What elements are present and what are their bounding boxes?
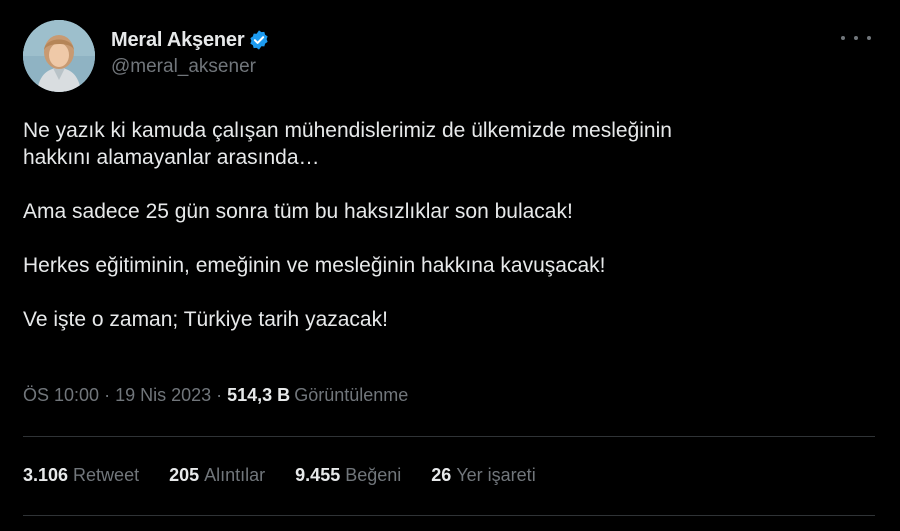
tweet-paragraph: Ve işte o zaman; Türkiye tarih yazacak! <box>23 308 388 331</box>
divider <box>23 515 875 516</box>
handle[interactable]: @meral_aksener <box>111 56 270 78</box>
avatar[interactable] <box>23 20 95 92</box>
meta-separator: · <box>216 384 223 405</box>
stat-label: Beğeni <box>345 464 402 485</box>
tweet-header: Meral Akşener @meral_aksener <box>23 20 883 92</box>
stat-retweets[interactable]: 3.106 Retweet <box>23 465 139 486</box>
more-dot <box>867 36 871 40</box>
tweet-card: Meral Akşener @meral_aksener Ne yazık ki… <box>0 0 900 531</box>
tweet-text: Ne yazık ki kamuda çalışan mühendislerim… <box>23 117 873 333</box>
author-info: Meral Akşener @meral_aksener <box>111 27 270 78</box>
tweet-time[interactable]: ÖS 10:00 <box>23 385 99 406</box>
views-label: Görüntülenme <box>294 384 409 405</box>
stat-label: Yer işareti <box>456 464 536 485</box>
stat-bookmarks[interactable]: 26 Yer işareti <box>431 465 535 486</box>
more-dot <box>854 36 858 40</box>
stat-label: Retweet <box>73 464 140 485</box>
stat-label: Alıntılar <box>204 464 266 485</box>
tweet-paragraph: Herkes eğitiminin, emeğinin ve mesleğini… <box>23 254 606 277</box>
stat-count: 3.106 <box>23 464 69 485</box>
avatar-image <box>23 20 95 92</box>
tweet-paragraph: Ama sadece 25 gün sonra tüm bu haksızlık… <box>23 200 573 223</box>
stat-count: 205 <box>169 464 200 485</box>
name-row: Meral Akşener <box>111 27 270 53</box>
tweet-paragraph: Ne yazık ki kamuda çalışan mühendislerim… <box>23 119 672 169</box>
stat-count: 26 <box>431 464 452 485</box>
tweet-meta: ÖS 10:00 · 19 Nis 2023 · 514,3 B Görüntü… <box>23 382 408 408</box>
divider <box>23 436 875 437</box>
tweet-stats: 3.106 Retweet 205 Alıntılar 9.455 Beğeni 26… <box>23 462 566 488</box>
more-horizontal-icon[interactable] <box>841 28 871 48</box>
more-dot <box>841 36 845 40</box>
tweet-date[interactable]: 19 Nis 2023 <box>115 385 211 406</box>
meta-separator: · <box>104 384 111 405</box>
display-name[interactable]: Meral Akşener <box>111 29 245 52</box>
stat-count: 9.455 <box>295 464 341 485</box>
stat-likes[interactable]: 9.455 Beğeni <box>295 465 401 486</box>
stat-quotes[interactable]: 205 Alıntılar <box>169 465 265 486</box>
verified-badge-icon[interactable] <box>248 29 270 51</box>
views-count: 514,3 B <box>227 384 291 405</box>
